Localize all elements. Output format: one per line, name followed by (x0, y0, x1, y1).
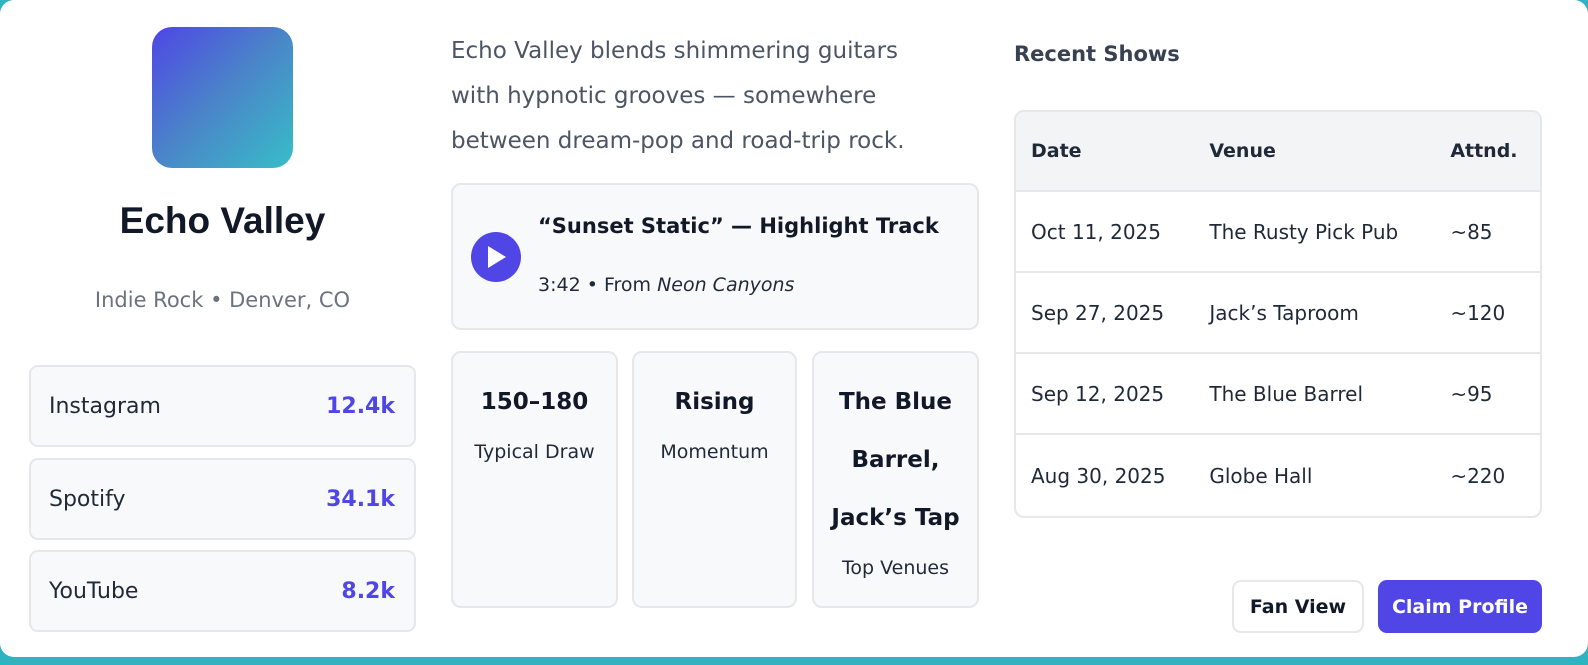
show-attendance: ~120 (1435, 273, 1540, 354)
show-attendance: ~95 (1435, 354, 1540, 435)
show-date: Aug 30, 2025 (1031, 463, 1166, 488)
stat-tile-label: Momentum (660, 441, 769, 463)
social-stat-label: Instagram (49, 393, 161, 419)
show-date: Sep 27, 2025 (1016, 273, 1195, 354)
play-icon (488, 246, 506, 268)
track-title: “Sunset Static” — Highlight Track (538, 214, 939, 238)
social-stat-instagram: Instagram 12.4k (29, 365, 416, 447)
stat-tile-value: 150–180 (480, 389, 589, 415)
claim-profile-button[interactable]: Claim Profile (1378, 580, 1542, 633)
table-row: Oct 11, 2025 The Rusty Pick Pub ~85 (1016, 192, 1540, 273)
column-header-venue: Venue (1194, 112, 1436, 192)
track-album: Neon Canyons (657, 274, 795, 296)
social-stat-spotify: Spotify 34.1k (29, 458, 416, 540)
artist-avatar (152, 27, 293, 168)
table-row: Sep 27, 2025 Jack’s Taproom ~120 (1016, 273, 1540, 354)
show-date: Oct 11, 2025 (1016, 192, 1195, 273)
track-meta: 3:42 • From Neon Canyons (538, 274, 794, 296)
show-venue: Jack’s Taproom (1194, 273, 1436, 354)
stat-tile-momentum: Rising Momentum (632, 351, 797, 608)
artist-bio: Echo Valley blends shimmering guitars wi… (451, 38, 905, 154)
artist-genre-location: Indie Rock • Denver, CO (94, 288, 351, 312)
social-stat-label: YouTube (49, 578, 139, 604)
social-stat-youtube: YouTube 8.2k (29, 550, 416, 632)
play-button[interactable] (471, 232, 521, 282)
show-venue: The Blue Barrel (1194, 354, 1436, 435)
stat-tile-value: Rising (674, 389, 755, 415)
show-attendance: ~85 (1435, 192, 1540, 273)
table-header-row: Date Venue Attnd. (1016, 112, 1540, 192)
artist-name: Echo Valley (119, 200, 326, 241)
recent-shows-heading: Recent Shows (1014, 42, 1180, 66)
column-header-attendance: Attnd. (1435, 112, 1540, 192)
show-venue: The Rusty Pick Pub (1194, 192, 1436, 273)
highlight-track-card: “Sunset Static” — Highlight Track 3:42 •… (451, 183, 979, 330)
table-row: Sep 12, 2025 The Blue Barrel ~95 (1016, 354, 1540, 435)
social-stat-value: 12.4k (326, 393, 395, 419)
column-header-date: Date (1016, 112, 1195, 192)
show-attendance: ~220 (1450, 463, 1506, 488)
stat-tile-label: Top Venues (842, 557, 949, 579)
stat-tile-typical-draw: 150–180 Typical Draw (451, 351, 618, 608)
fan-view-button[interactable]: Fan View (1232, 580, 1364, 633)
stat-tile-top-venues: The Blue Barrel, Jack’s Tap Top Venues (812, 351, 979, 608)
track-duration: 3:42 • From (538, 274, 658, 296)
show-date: Sep 12, 2025 (1016, 354, 1195, 435)
stat-tile-value: The Blue Barrel, Jack’s Tap (831, 389, 960, 531)
social-stat-value: 34.1k (326, 486, 395, 512)
social-stat-label: Spotify (49, 486, 126, 512)
social-stat-value: 8.2k (341, 578, 395, 604)
stat-tile-label: Typical Draw (474, 441, 595, 463)
recent-shows-table: Date Venue Attnd. Oct 11, 2025 The Rusty… (1014, 110, 1542, 518)
table-row: Aug 30, 2025 Globe Hall ~220 (1016, 435, 1540, 516)
artist-profile-card: Echo Valley Indie Rock • Denver, CO Inst… (0, 0, 1588, 657)
show-venue: Globe Hall (1209, 463, 1313, 488)
